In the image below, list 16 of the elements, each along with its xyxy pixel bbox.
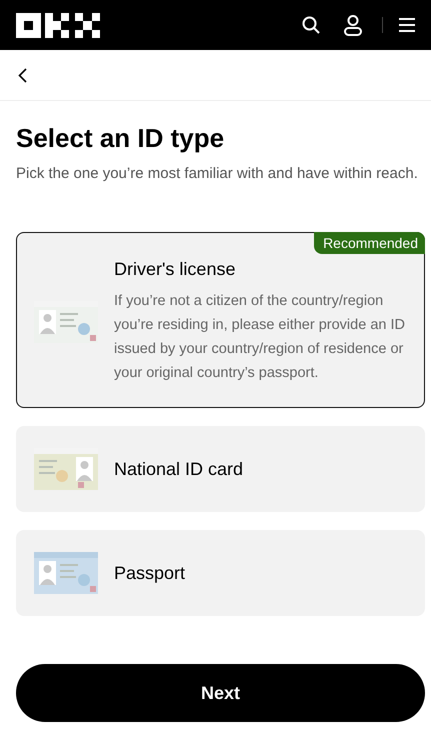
option-label: Driver's license	[114, 259, 236, 280]
id-option-card[interactable]: Passport	[16, 530, 425, 616]
search-icon[interactable]	[302, 16, 320, 34]
option-description: If you’re not a citizen of the country/region you’re residing in, please either provide an ID issued by your country/region of residence or your original country’s passport.	[114, 292, 406, 383]
option-label: Passport	[114, 562, 186, 584]
user-icon[interactable]	[344, 14, 362, 36]
id-option-card[interactable]: National ID card	[16, 426, 425, 512]
menu-icon[interactable]	[399, 18, 415, 32]
option-label: National ID card	[114, 458, 244, 480]
page-title: Select an ID type	[16, 123, 226, 154]
id-option-card[interactable]	[16, 232, 425, 408]
recommended-badge: Recommended	[314, 232, 425, 254]
logo-icon[interactable]	[16, 12, 100, 38]
page-subtitle: Pick the one you’re most familiar with and have within reach.	[16, 164, 419, 184]
next-button[interactable]: Next	[16, 664, 425, 722]
back-icon[interactable]	[18, 68, 27, 82]
